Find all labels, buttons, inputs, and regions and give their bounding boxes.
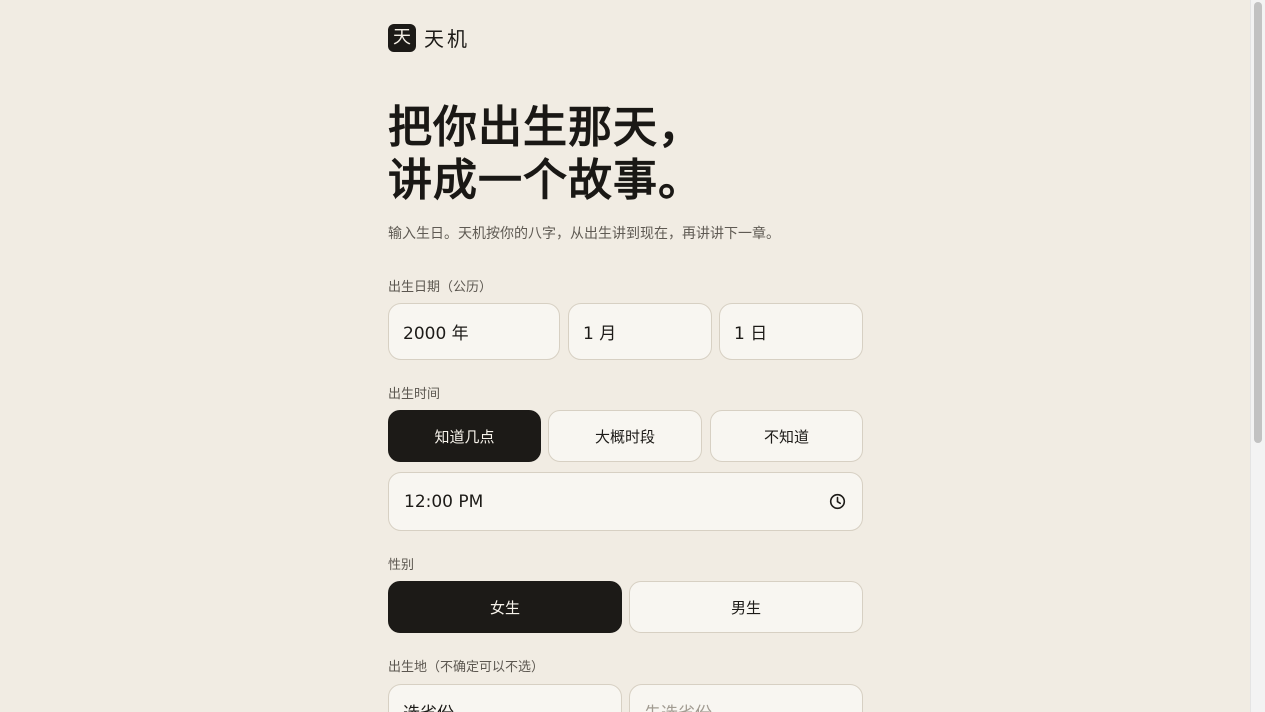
province-placeholder: 选省份 [403,704,454,712]
gender-option-female[interactable]: 女生 [388,581,622,633]
month-select[interactable]: 1 月 [568,303,712,360]
time-value: 12:00 PM [404,491,484,512]
time-option-unknown[interactable]: 不知道 [710,410,863,462]
province-select[interactable]: 选省份 [388,684,622,712]
gender-label: 性别 [388,558,415,573]
hero-subtitle: 输入生日。天机按你的八字，从出生讲到现在，再讲讲下一章。 [388,226,780,242]
city-placeholder: 先选省份 [644,704,712,712]
page-scrollbar[interactable] [1250,0,1265,712]
brand: 天 天机 [388,23,470,52]
scrollbar-thumb[interactable] [1254,2,1262,443]
birthplace-label: 出生地（不确定可以不选） [388,660,545,675]
gender-option-male[interactable]: 男生 [629,581,863,633]
day-value: 1 日 [734,324,768,344]
day-select[interactable]: 1 日 [719,303,863,360]
hero-headline: 把你出生那天， 讲成一个故事。 [388,101,863,207]
birth-date-label: 出生日期（公历） [388,280,493,295]
time-option-known[interactable]: 知道几点 [388,410,541,462]
city-select[interactable]: 先选省份 [629,684,863,712]
year-select[interactable]: 2000 年 [388,303,560,360]
brand-logo: 天 [388,23,416,52]
brand-name: 天机 [424,27,470,51]
month-value: 1 月 [583,324,617,344]
time-input[interactable]: 12:00 PM [388,472,863,531]
clock-icon[interactable] [829,493,846,510]
birth-time-label: 出生时间 [388,387,441,402]
time-option-approximate[interactable]: 大概时段 [548,410,702,462]
hero-headline-line2: 讲成一个故事。 [388,155,703,206]
hero-headline-line1: 把你出生那天， [388,102,703,153]
year-value: 2000 年 [403,324,469,344]
